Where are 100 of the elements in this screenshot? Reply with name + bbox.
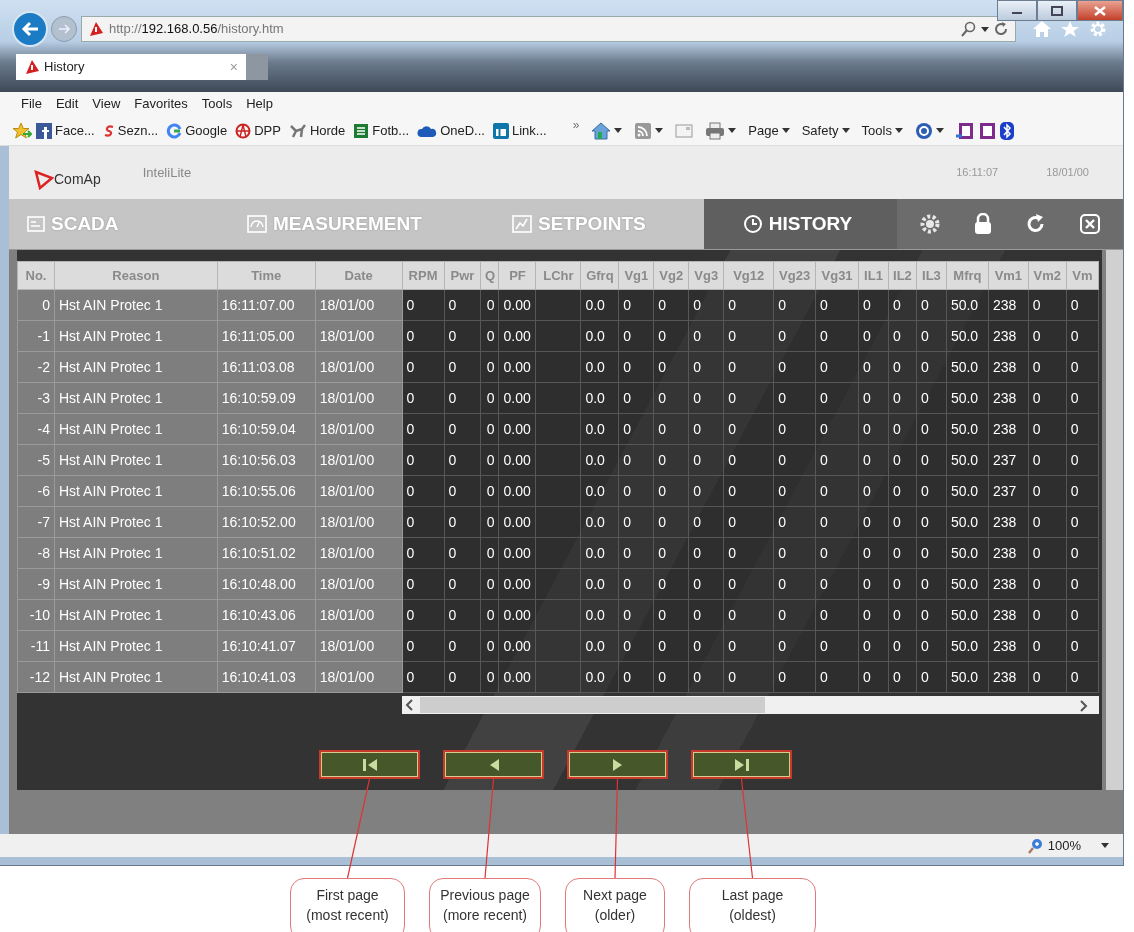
overflow-chevron[interactable]: »	[572, 115, 580, 134]
table-cell: 0	[618, 382, 654, 414]
menu-item[interactable]: Edit	[48, 94, 86, 114]
column-header[interactable]: RPM	[402, 261, 444, 290]
column-header[interactable]: Vg31	[815, 261, 859, 290]
column-header[interactable]: Vg12	[723, 261, 774, 290]
tab-close[interactable]: ×	[229, 56, 238, 78]
caret-icon[interactable]	[614, 128, 623, 133]
column-header[interactable]: Date	[315, 261, 403, 290]
table-cell: 0	[888, 351, 917, 383]
column-header[interactable]: Vg3	[688, 261, 724, 290]
pager-button[interactable]	[691, 750, 792, 779]
maximize-button[interactable]	[1037, 0, 1077, 21]
caret-icon[interactable]	[728, 128, 737, 133]
home-icon[interactable]	[591, 121, 612, 140]
caret-icon[interactable]	[981, 26, 989, 32]
column-header[interactable]: Vm1	[988, 261, 1029, 290]
zoom-level[interactable]: 100%	[1047, 835, 1081, 856]
favorites-link[interactable]: Face...	[55, 120, 95, 141]
column-header[interactable]: IL3	[916, 261, 947, 290]
refresh-icon[interactable]	[993, 21, 1009, 37]
table-cell: Hst AIN Protec 1	[54, 630, 218, 662]
favorites-link[interactable]: Sezn...	[117, 120, 159, 141]
column-header[interactable]: Vg2	[653, 261, 689, 290]
menu-item[interactable]: Favorites	[127, 94, 195, 114]
table-cell: 0	[1066, 630, 1099, 662]
menu-item[interactable]: File	[14, 94, 49, 114]
caret-icon[interactable]	[935, 128, 944, 133]
favorites-link[interactable]: Link...	[511, 120, 547, 141]
pager-button[interactable]	[319, 750, 420, 779]
table-cell: 0	[888, 537, 917, 569]
column-header[interactable]: Pwr	[444, 261, 481, 290]
table-cell: 0.0	[580, 661, 619, 693]
column-header[interactable]: No.	[17, 261, 55, 290]
favorites-link[interactable]: DPP	[254, 120, 281, 141]
pager-button[interactable]	[443, 750, 544, 779]
logo-icon	[34, 170, 54, 190]
menu-item[interactable]: Tools	[194, 94, 240, 114]
column-header[interactable]: Vm2	[1028, 261, 1067, 290]
menu-button[interactable]: Safety	[801, 120, 850, 141]
home-icon[interactable]	[1032, 20, 1052, 38]
lock-icon[interactable]	[973, 213, 993, 235]
printer-icon[interactable]	[705, 121, 726, 140]
table-cell: 238	[988, 351, 1029, 383]
warning-icon	[24, 59, 40, 75]
table-cell: 0	[688, 630, 724, 662]
column-header[interactable]: Gfrq	[580, 261, 619, 290]
table-cell: 237	[988, 444, 1029, 476]
favorites-link[interactable]: Horde	[309, 120, 346, 141]
caret-icon[interactable]	[655, 128, 664, 133]
column-header[interactable]: Vg1	[618, 261, 654, 290]
bluetooth-icon[interactable]	[999, 121, 1014, 140]
table-cell: 50.0	[946, 289, 989, 321]
star-icon[interactable]	[1060, 20, 1080, 38]
column-header[interactable]: IL2	[888, 261, 917, 290]
table-cell: 0	[480, 382, 499, 414]
scrollbar[interactable]	[402, 696, 1099, 714]
column-header[interactable]: Mfrq	[946, 261, 989, 290]
settings-icon[interactable]	[919, 213, 941, 235]
nav-tab[interactable]: HISTORY	[704, 199, 897, 249]
back-button[interactable]	[12, 11, 48, 47]
close-icon[interactable]	[1079, 213, 1101, 235]
scroll-thumb[interactable]	[420, 697, 765, 713]
menu-button[interactable]: Tools	[861, 120, 903, 141]
favorites-link[interactable]: OneD...	[440, 120, 485, 141]
nav-tab[interactable]: MEASUREMENT	[229, 199, 494, 249]
table-cell: 0	[773, 599, 816, 631]
star-icon[interactable]	[12, 121, 32, 140]
menu-item[interactable]: Help	[239, 94, 280, 114]
nav-tab[interactable]: SETPOINTS	[494, 199, 704, 249]
close-button[interactable]	[1077, 0, 1123, 21]
favorites-link[interactable]: Fotb...	[372, 120, 410, 141]
column-header[interactable]: IL1	[858, 261, 889, 290]
browser-tab[interactable]: History ×	[16, 54, 246, 80]
table-cell: 238	[988, 413, 1029, 445]
column-header[interactable]: Vg23	[773, 261, 816, 290]
table-cell: 0	[618, 506, 654, 538]
menu-item[interactable]: View	[85, 94, 128, 114]
table-cell: 0	[480, 351, 499, 383]
column-header[interactable]: PF	[498, 261, 536, 290]
table-cell: 16:11:05.00	[217, 320, 316, 352]
zoom-icon[interactable]	[1027, 837, 1044, 854]
favorites-link[interactable]: Google	[185, 120, 228, 141]
pager-button[interactable]	[567, 750, 668, 779]
table-cell: 50.0	[946, 320, 989, 352]
square-icon	[492, 122, 509, 139]
caret-icon[interactable]	[1101, 843, 1109, 848]
nav-tab[interactable]: SCADA	[9, 199, 229, 249]
column-header[interactable]: Time	[217, 261, 316, 290]
menu-button[interactable]: Page	[748, 120, 790, 141]
column-header[interactable]: LChr	[535, 261, 581, 290]
column-header[interactable]: Vm	[1066, 261, 1099, 290]
table-cell: 238	[988, 599, 1029, 631]
column-header[interactable]: Reason	[54, 261, 218, 290]
search-icon[interactable]	[961, 21, 977, 37]
settings-icon[interactable]	[1088, 19, 1108, 39]
table-cell: 238	[988, 661, 1029, 693]
address-field[interactable]: http://192.168.0.56/history.htm	[81, 16, 1016, 42]
minimize-button[interactable]	[997, 0, 1037, 21]
table-cell: 0	[1066, 289, 1099, 321]
